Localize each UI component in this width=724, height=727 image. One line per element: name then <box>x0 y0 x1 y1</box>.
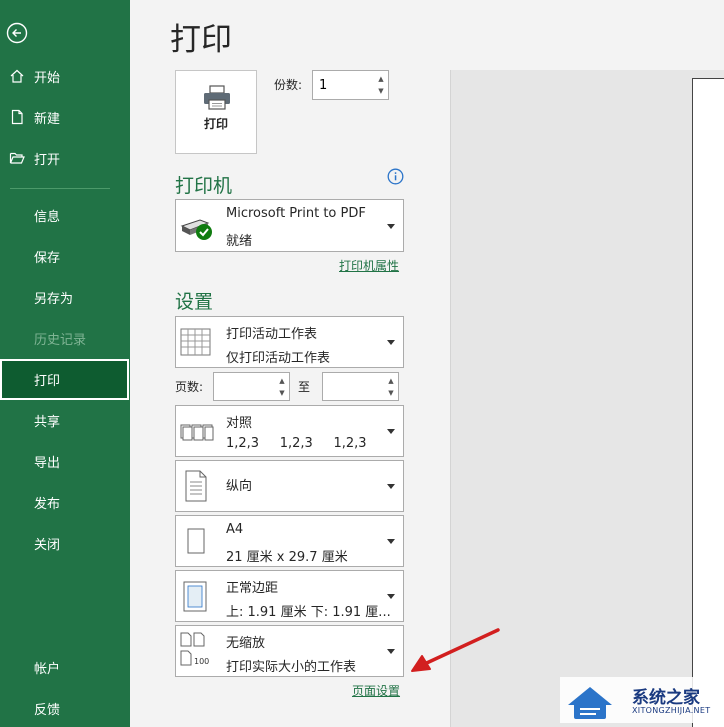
printer-icon <box>204 85 230 110</box>
watermark-text: 系统之家 <box>632 688 700 708</box>
settings-heading: 设置 <box>175 291 214 313</box>
scaling-desc: 打印实际大小的工作表 <box>226 660 357 675</box>
worksheet-icon <box>180 328 211 356</box>
margins-icon <box>183 581 207 612</box>
orientation-dropdown[interactable]: 纵向 <box>175 460 404 512</box>
print-scope-title: 打印活动工作表 <box>226 327 318 342</box>
collate-icon <box>180 424 214 441</box>
chevron-down-icon <box>387 429 395 434</box>
sidebar-item-label: 发布 <box>34 496 61 512</box>
sidebar-item-label: 共享 <box>34 414 61 430</box>
sidebar-item-label: 关闭 <box>34 537 61 553</box>
collate-title: 对照 <box>226 416 253 431</box>
sidebar-item-publish[interactable]: 发布 <box>0 482 130 522</box>
copies-stepper[interactable]: ▲▼ <box>312 70 389 100</box>
chevron-down-icon <box>387 539 395 544</box>
copies-label: 份数: <box>274 78 303 92</box>
sidebar-item-label: 新建 <box>34 111 61 127</box>
print-button-label: 打印 <box>203 117 228 131</box>
printer-status: 就绪 <box>226 234 253 249</box>
sidebar-item-label: 打印 <box>34 374 61 389</box>
printer-ready-icon <box>180 219 212 240</box>
margins-title: 正常边距 <box>226 581 279 596</box>
sidebar-item-share[interactable]: 共享 <box>0 400 130 440</box>
chevron-down-icon <box>387 484 395 489</box>
spin-arrows[interactable]: ▲ ▼ <box>376 73 386 97</box>
printer-name: Microsoft Print to PDF <box>226 206 366 221</box>
collate-dropdown[interactable]: 对照 1,2,3 1,2,3 1,2,3 <box>175 405 404 457</box>
backstage-sidebar: 开始 新建 打开 信息 保存 另存为 历史记录 打印 共享 导出 发布 关闭 帐… <box>0 0 130 727</box>
printer-heading: 打印机 <box>175 175 233 197</box>
to-label: 至 <box>298 380 311 394</box>
spin-up-icon[interactable]: ▲ <box>279 377 284 385</box>
margins-desc: 上: 1.91 厘米 下: 1.91 厘... <box>226 605 391 620</box>
spin-up-icon[interactable]: ▲ <box>388 377 393 385</box>
scaling-dropdown[interactable]: 100 无缩放 打印实际大小的工作表 <box>175 625 404 677</box>
scaling-icon: 100 <box>180 632 209 666</box>
collate-desc: 1,2,3 1,2,3 1,2,3 <box>226 436 367 451</box>
print-scope-desc: 仅打印活动工作表 <box>226 351 331 366</box>
spin-arrows[interactable]: ▲ ▼ <box>277 375 287 399</box>
print-preview-page <box>692 78 724 727</box>
page-title: 打印 <box>170 22 232 58</box>
sidebar-item-print[interactable]: 打印 <box>0 359 129 400</box>
sidebar-item-home[interactable]: 开始 <box>0 56 130 96</box>
chevron-down-icon <box>387 223 395 229</box>
info-icon[interactable] <box>387 168 404 185</box>
sidebar-item-feedback[interactable]: 反馈 <box>0 688 130 727</box>
sidebar-item-new[interactable]: 新建 <box>0 97 130 137</box>
paper-size-title: A4 <box>226 522 244 537</box>
print-button[interactable]: 打印 <box>175 70 257 154</box>
svg-text:100: 100 <box>194 657 209 666</box>
printer-properties-link[interactable]: 打印机属性 <box>339 257 399 274</box>
sidebar-item-open[interactable]: 打开 <box>0 138 130 178</box>
sidebar-item-label: 开始 <box>34 70 61 86</box>
printer-dropdown[interactable]: Microsoft Print to PDF 就绪 <box>175 199 404 252</box>
margins-dropdown[interactable]: 正常边距 上: 1.91 厘米 下: 1.91 厘... <box>175 570 404 622</box>
sidebar-item-save-as[interactable]: 另存为 <box>0 277 130 317</box>
chevron-down-icon <box>387 594 395 599</box>
sidebar-item-history: 历史记录 <box>0 318 130 358</box>
sidebar-divider <box>10 188 110 189</box>
paper-size-dropdown[interactable]: A4 21 厘米 x 29.7 厘米 <box>175 515 404 567</box>
spin-down-icon[interactable]: ▼ <box>378 87 383 95</box>
spin-down-icon[interactable]: ▼ <box>279 389 284 397</box>
pages-to-stepper[interactable]: ▲ ▼ <box>322 372 399 401</box>
paper-icon <box>187 528 205 554</box>
spin-up-icon[interactable]: ▲ <box>378 75 383 83</box>
sidebar-item-label: 导出 <box>34 455 61 471</box>
home-icon <box>10 69 24 83</box>
sidebar-item-label: 打开 <box>34 152 61 168</box>
orientation-title: 纵向 <box>226 479 253 494</box>
back-arrow-icon[interactable] <box>6 22 28 44</box>
scaling-title: 无缩放 <box>226 636 266 651</box>
print-scope-dropdown[interactable]: 打印活动工作表 仅打印活动工作表 <box>175 316 404 368</box>
sidebar-item-save[interactable]: 保存 <box>0 236 130 276</box>
sidebar-item-info[interactable]: 信息 <box>0 195 130 235</box>
sidebar-item-label: 保存 <box>34 250 61 266</box>
spin-down-icon[interactable]: ▼ <box>388 389 393 397</box>
sidebar-item-close[interactable]: 关闭 <box>0 523 130 563</box>
sidebar-item-label: 另存为 <box>34 291 74 307</box>
print-pane: 打印 打印 份数: ▲▼ 打印机 Microsoft Print to PDF … <box>130 0 724 727</box>
paper-size-desc: 21 厘米 x 29.7 厘米 <box>226 550 348 565</box>
spin-arrows[interactable]: ▲ ▼ <box>386 375 396 399</box>
sidebar-item-label: 帐户 <box>34 661 61 677</box>
page-setup-link[interactable]: 页面设置 <box>352 682 400 699</box>
sidebar-item-label: 历史记录 <box>34 332 87 348</box>
new-document-icon <box>11 109 23 125</box>
pages-label: 页数: <box>175 380 204 394</box>
watermark-subtext: XITONGZHIJIA.NET <box>632 706 711 715</box>
sidebar-item-label: 反馈 <box>34 702 61 718</box>
sidebar-item-label: 信息 <box>34 209 61 225</box>
annotation-arrow-icon <box>411 628 500 672</box>
sidebar-item-account[interactable]: 帐户 <box>0 647 130 687</box>
pages-from-stepper[interactable]: ▲ ▼ <box>213 372 290 401</box>
folder-open-icon <box>9 152 25 164</box>
chevron-down-icon <box>387 340 395 345</box>
sidebar-item-export[interactable]: 导出 <box>0 441 130 481</box>
portrait-page-icon <box>185 470 207 502</box>
